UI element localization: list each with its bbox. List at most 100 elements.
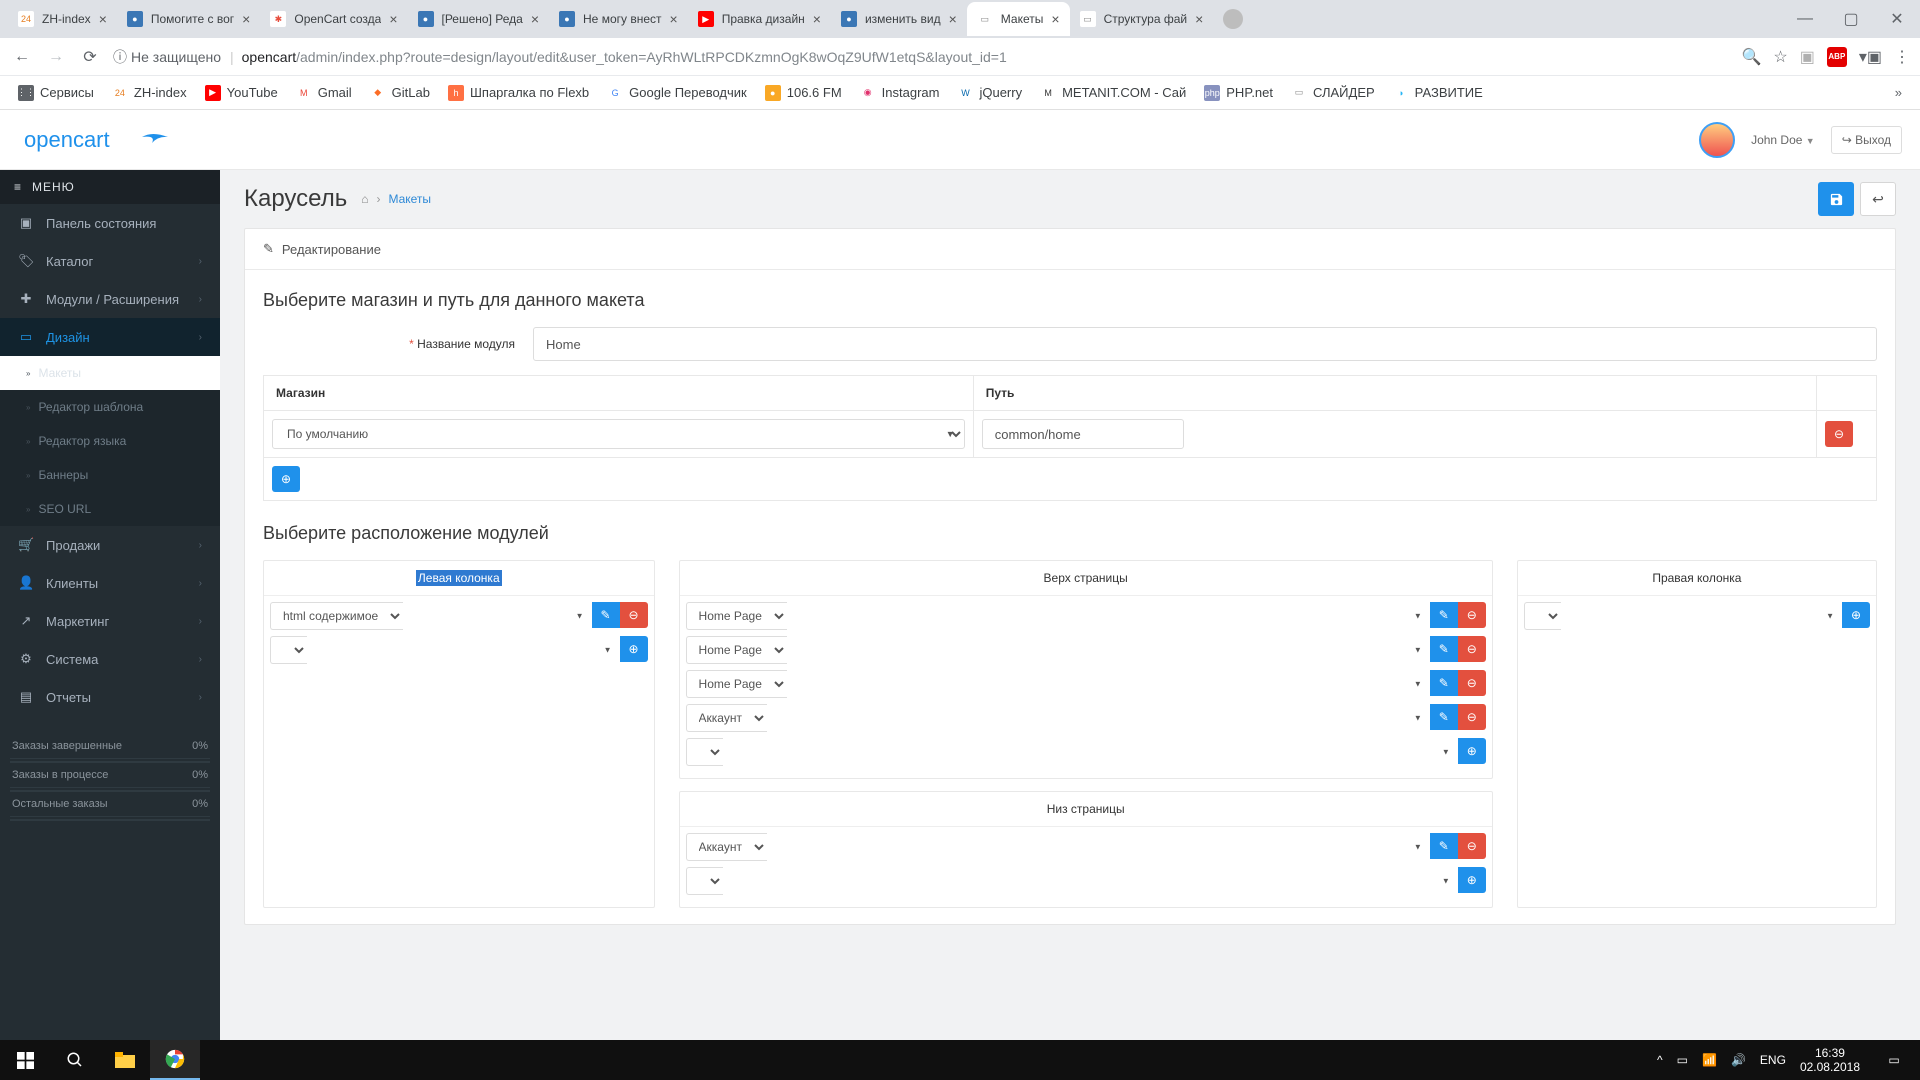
adblock-icon[interactable]: ABP bbox=[1827, 47, 1847, 67]
add-module-button[interactable]: ⊕ bbox=[1458, 738, 1486, 764]
bookmarks-overflow[interactable]: » bbox=[1895, 85, 1902, 100]
sidebar-item[interactable]: ⚙Система› bbox=[0, 640, 220, 678]
bookmark-item[interactable]: hШпаргалка по Flexb bbox=[448, 85, 589, 101]
home-icon[interactable]: ⌂ bbox=[361, 192, 368, 206]
browser-tab[interactable]: ●Помогите с вог× bbox=[117, 2, 260, 36]
sidebar-item[interactable]: 🏷Каталог› bbox=[0, 242, 220, 280]
bookmark-item[interactable]: ▶YouTube bbox=[205, 85, 278, 101]
bookmark-item[interactable]: ▭СЛАЙДЕР bbox=[1291, 85, 1375, 101]
bookmark-star-icon[interactable]: ☆ bbox=[1773, 47, 1787, 67]
remove-row-button[interactable]: ⊖ bbox=[1825, 421, 1853, 447]
add-module-button[interactable]: ⊕ bbox=[620, 636, 648, 662]
sidebar-item[interactable]: ▭Дизайн› bbox=[0, 318, 220, 356]
module-select[interactable] bbox=[686, 738, 723, 766]
chrome-icon[interactable] bbox=[150, 1040, 200, 1080]
sidebar-subitem[interactable]: »Редактор языка bbox=[0, 424, 220, 458]
file-explorer-icon[interactable] bbox=[100, 1040, 150, 1080]
add-module-button[interactable]: ⊕ bbox=[1842, 602, 1870, 628]
keyboard-lang[interactable]: ENG bbox=[1760, 1053, 1786, 1067]
remove-module-button[interactable]: ⊖ bbox=[1458, 602, 1486, 628]
breadcrumb-link[interactable]: Макеты bbox=[388, 192, 431, 206]
search-icon[interactable]: 🔍 bbox=[1741, 47, 1761, 67]
path-input[interactable] bbox=[982, 419, 1184, 449]
bookmark-item[interactable]: phpPHP.net bbox=[1204, 85, 1273, 101]
edit-module-button[interactable]: ✎ bbox=[1430, 833, 1458, 859]
edit-module-button[interactable]: ✎ bbox=[1430, 636, 1458, 662]
module-select[interactable] bbox=[1524, 602, 1561, 630]
menu-button[interactable]: ⋮ bbox=[1894, 47, 1910, 67]
bookmark-item[interactable]: ◑РАЗВИТИЕ bbox=[1393, 85, 1483, 101]
edit-module-button[interactable]: ✎ bbox=[1430, 704, 1458, 730]
module-select[interactable]: Home Page bbox=[686, 602, 787, 630]
sidebar-subitem[interactable]: »Макеты bbox=[0, 356, 220, 390]
edit-module-button[interactable]: ✎ bbox=[1430, 670, 1458, 696]
close-tab-icon[interactable]: × bbox=[1195, 11, 1203, 27]
edit-module-button[interactable]: ✎ bbox=[1430, 602, 1458, 628]
remove-module-button[interactable]: ⊖ bbox=[620, 602, 648, 628]
sidebar-subitem[interactable]: »Баннеры bbox=[0, 458, 220, 492]
extension-icon[interactable]: ▣ bbox=[1800, 47, 1815, 67]
search-button[interactable] bbox=[50, 1040, 100, 1080]
sidebar-subitem[interactable]: »SEO URL bbox=[0, 492, 220, 526]
close-tab-icon[interactable]: × bbox=[1051, 11, 1059, 27]
sidebar-item[interactable]: 👤Клиенты› bbox=[0, 564, 220, 602]
bookmark-item[interactable]: ●106.6 FM bbox=[765, 85, 842, 101]
sidebar-item[interactable]: ✚Модули / Расширения› bbox=[0, 280, 220, 318]
module-select[interactable]: html содержимое bbox=[270, 602, 403, 630]
opencart-logo[interactable]: opencart bbox=[18, 125, 194, 155]
clock[interactable]: 16:3902.08.2018 bbox=[1800, 1046, 1860, 1075]
security-indicator[interactable]: ⓘ Не защищено bbox=[112, 46, 222, 68]
browser-tab[interactable]: ▶Правка дизайн× bbox=[688, 2, 831, 36]
save-button[interactable] bbox=[1818, 182, 1854, 216]
close-tab-icon[interactable]: × bbox=[99, 11, 107, 27]
menu-toggle[interactable]: ≡ МЕНЮ bbox=[0, 170, 220, 204]
browser-tab[interactable]: 24ZH-index× bbox=[8, 2, 117, 36]
action-center-icon[interactable]: ▭ bbox=[1874, 1040, 1914, 1080]
url-box[interactable]: ⓘ Не защищено | opencart/admin/index.php… bbox=[112, 46, 1731, 68]
battery-icon[interactable]: ▭ bbox=[1677, 1053, 1688, 1067]
tray-chevron[interactable]: ^ bbox=[1657, 1053, 1663, 1067]
sidebar-item[interactable]: ↗Маркетинг› bbox=[0, 602, 220, 640]
module-select[interactable]: Home Page bbox=[686, 636, 787, 664]
bookmark-item[interactable]: MGmail bbox=[296, 85, 352, 101]
logout-button[interactable]: ↪ Выход bbox=[1831, 126, 1902, 154]
bookmark-item[interactable]: MMETANIT.COM - Сай bbox=[1040, 85, 1186, 101]
close-tab-icon[interactable]: × bbox=[813, 11, 821, 27]
module-select[interactable] bbox=[270, 636, 307, 664]
close-tab-icon[interactable]: × bbox=[531, 11, 539, 27]
store-select[interactable]: По умолчанию bbox=[272, 419, 965, 449]
user-avatar[interactable] bbox=[1699, 122, 1735, 158]
close-tab-icon[interactable]: × bbox=[389, 11, 397, 27]
browser-tab[interactable]: ●изменить вид× bbox=[831, 2, 967, 36]
module-select[interactable]: Аккаунт bbox=[686, 833, 767, 861]
browser-tab[interactable]: ▭Макеты× bbox=[967, 2, 1070, 36]
module-select[interactable] bbox=[686, 867, 723, 895]
add-row-button[interactable]: ⊕ bbox=[272, 466, 300, 492]
sidebar-item[interactable]: ▣Панель состояния bbox=[0, 204, 220, 242]
start-button[interactable] bbox=[0, 1040, 50, 1080]
back-button[interactable]: ↩ bbox=[1860, 182, 1896, 216]
back-button[interactable]: ← bbox=[10, 48, 34, 66]
close-tab-icon[interactable]: × bbox=[670, 11, 678, 27]
bookmark-item[interactable]: 24ZH-index bbox=[112, 85, 187, 101]
close-tab-icon[interactable]: × bbox=[949, 11, 957, 27]
add-module-button[interactable]: ⊕ bbox=[1458, 867, 1486, 893]
sidebar-subitem[interactable]: »Редактор шаблона bbox=[0, 390, 220, 424]
volume-icon[interactable]: 🔊 bbox=[1731, 1053, 1746, 1067]
browser-tab[interactable]: ✱OpenCart созда× bbox=[260, 2, 407, 36]
browser-tab[interactable]: ●Не могу внест× bbox=[549, 2, 688, 36]
remove-module-button[interactable]: ⊖ bbox=[1458, 704, 1486, 730]
bookmark-item[interactable]: ⋮⋮Сервисы bbox=[18, 85, 94, 101]
wifi-icon[interactable]: 📶 bbox=[1702, 1053, 1717, 1067]
user-menu[interactable]: John Doe ▼ bbox=[1751, 133, 1815, 147]
reload-button[interactable]: ⟳ bbox=[78, 47, 102, 67]
maximize-button[interactable]: ▢ bbox=[1828, 4, 1874, 34]
remove-module-button[interactable]: ⊖ bbox=[1458, 833, 1486, 859]
profile-avatar[interactable] bbox=[1213, 9, 1253, 29]
edit-module-button[interactable]: ✎ bbox=[592, 602, 620, 628]
sidebar-item[interactable]: ▤Отчеты› bbox=[0, 678, 220, 716]
sidebar-item[interactable]: 🛒Продажи› bbox=[0, 526, 220, 564]
close-button[interactable]: ✕ bbox=[1874, 4, 1920, 34]
bookmark-item[interactable]: GGoogle Переводчик bbox=[607, 85, 747, 101]
module-select[interactable]: Аккаунт bbox=[686, 704, 767, 732]
